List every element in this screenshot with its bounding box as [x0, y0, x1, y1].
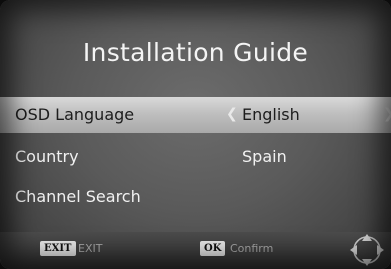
exit-key-badge[interactable]: EXIT: [40, 241, 76, 256]
ok-key-badge[interactable]: OK: [200, 241, 226, 256]
menu-item-osd-language[interactable]: OSD Language ❮ English ❯: [0, 97, 391, 133]
directional-pad-icon: [350, 234, 384, 266]
confirm-hint: Confirm: [230, 242, 274, 255]
tv-screen: Installation Guide OSD Language ❮ Englis…: [0, 0, 391, 269]
menu-item-label: OSD Language: [15, 105, 135, 124]
menu-item-value: English: [242, 105, 300, 124]
menu-item-label: Channel Search: [15, 187, 141, 206]
exit-hint: EXIT: [78, 242, 103, 255]
menu-item-country[interactable]: Country Spain: [0, 139, 391, 175]
page-title: Installation Guide: [82, 38, 309, 67]
chevron-left-icon[interactable]: ❮: [226, 106, 238, 122]
menu-item-value: Spain: [242, 147, 287, 166]
menu-item-label: Country: [15, 147, 79, 166]
chevron-right-icon[interactable]: ❯: [383, 106, 391, 122]
menu-item-channel-search[interactable]: Channel Search: [0, 179, 391, 215]
footer-bar: EXIT EXIT OK Confirm: [0, 232, 391, 269]
